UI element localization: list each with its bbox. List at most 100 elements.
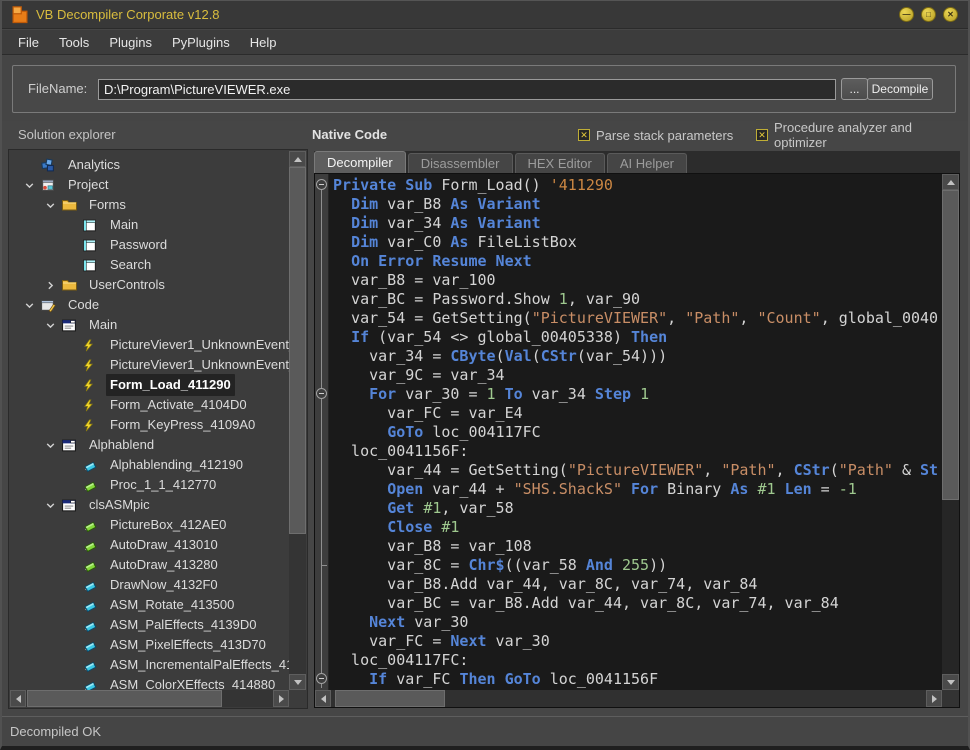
class-icon	[61, 438, 79, 453]
tab-decompiler[interactable]: Decompiler	[314, 151, 406, 173]
tree-item[interactable]: AutoDraw_413010	[10, 535, 289, 555]
tab-hex-editor[interactable]: HEX Editor	[515, 153, 605, 173]
folder-icon	[61, 198, 79, 213]
tree-item[interactable]: Alphablending_412190	[10, 455, 289, 475]
menu-item-help[interactable]: Help	[240, 31, 287, 54]
fold-collapse-icon[interactable]	[316, 673, 327, 684]
tree-item[interactable]: Project	[10, 175, 289, 195]
scroll-right-button[interactable]	[926, 690, 942, 707]
chevron-down-icon[interactable]	[45, 199, 61, 211]
tree-spacer	[66, 559, 82, 571]
filename-input[interactable]	[98, 79, 836, 100]
close-icon[interactable]: ✕	[943, 7, 958, 22]
chevron-down-icon[interactable]	[24, 299, 40, 311]
scroll-left-button[interactable]	[10, 690, 26, 707]
code-line: On Error Resume Next	[330, 252, 942, 271]
tree-item[interactable]: Form_KeyPress_4109A0	[10, 415, 289, 435]
scroll-down-button[interactable]	[942, 674, 959, 690]
checkbox-procedure-analyzer[interactable]: ✕Procedure analyzer and optimizer	[756, 121, 968, 149]
tree-item[interactable]: Code	[10, 295, 289, 315]
tree-horizontal-scrollbar[interactable]	[10, 690, 289, 707]
tree-item[interactable]: ASM_PalEffects_4139D0	[10, 615, 289, 635]
decompile-button[interactable]: Decompile	[867, 78, 933, 100]
tree-item[interactable]: ASM_IncrementalPalEffects_414430	[10, 655, 289, 675]
tree-item-label: Main	[85, 314, 121, 336]
tree-item-label: Alphablend	[85, 434, 158, 456]
tree-vertical-scrollbar[interactable]	[289, 151, 306, 690]
scroll-up-button[interactable]	[289, 151, 306, 167]
code-editor[interactable]: Private Sub Form_Load() '411290 Dim var_…	[314, 173, 960, 708]
tree-item[interactable]: Form_Activate_4104D0	[10, 395, 289, 415]
browse-button[interactable]: ...	[841, 78, 868, 100]
tree-item-label: clsASMpic	[85, 494, 154, 516]
code-line: For var_30 = 1 To var_34 Step 1	[330, 385, 942, 404]
menu-item-tools[interactable]: Tools	[49, 31, 99, 54]
code-line: Dim var_C0 As FileListBox	[330, 233, 942, 252]
class-icon	[61, 318, 79, 333]
tree-item[interactable]: Main	[10, 315, 289, 335]
chevron-right-icon[interactable]	[45, 279, 61, 291]
menu-item-file[interactable]: File	[8, 31, 49, 54]
method-cyan-icon	[82, 618, 100, 633]
tab-bar: DecompilerDisassemblerHEX EditorAI Helpe…	[314, 151, 960, 173]
window-title: VB Decompiler Corporate v12.8	[36, 1, 220, 29]
scrollbar-thumb[interactable]	[942, 190, 959, 500]
code-horizontal-scrollbar[interactable]	[315, 690, 942, 707]
tree-item[interactable]: clsASMpic	[10, 495, 289, 515]
menu-item-plugins[interactable]: Plugins	[99, 31, 162, 54]
scroll-right-button[interactable]	[273, 690, 289, 707]
method-green-icon	[82, 538, 100, 553]
tree-item-label: ASM_Rotate_413500	[106, 594, 238, 616]
menu-item-pyplugins[interactable]: PyPlugins	[162, 31, 240, 54]
code-line: var_34 = CByte(Val(CStr(var_54)))	[330, 347, 942, 366]
tree-item[interactable]: Forms	[10, 195, 289, 215]
tab-disassembler[interactable]: Disassembler	[408, 153, 513, 173]
chevron-down-icon[interactable]	[45, 439, 61, 451]
tree-item[interactable]: ASM_Rotate_413500	[10, 595, 289, 615]
tree-item-label: Analytics	[64, 154, 124, 176]
chevron-down-icon[interactable]	[45, 499, 61, 511]
chevron-down-icon[interactable]	[45, 319, 61, 331]
tree-item[interactable]: UserControls	[10, 275, 289, 295]
tree-item-label: PictureBox_412AE0	[106, 514, 230, 536]
tree-item[interactable]: Main	[10, 215, 289, 235]
tree-item-label: ASM_PixelEffects_413D70	[106, 634, 270, 656]
code-vertical-scrollbar[interactable]	[942, 174, 959, 690]
checkbox-box[interactable]: ✕	[578, 129, 590, 141]
tree-item[interactable]: AutoDraw_413280	[10, 555, 289, 575]
checkbox-parse-stack[interactable]: ✕Parse stack parameters	[578, 121, 733, 149]
tree-item[interactable]: ASM_PixelEffects_413D70	[10, 635, 289, 655]
tree-item[interactable]: PictureBox_412AE0	[10, 515, 289, 535]
chevron-down-icon[interactable]	[24, 179, 40, 191]
tree-item[interactable]: ASM_ColorXEffects_414880	[10, 675, 289, 690]
maximize-icon[interactable]: □	[921, 7, 936, 22]
tree-item[interactable]: Proc_1_1_412770	[10, 475, 289, 495]
tab-ai-helper[interactable]: AI Helper	[607, 153, 687, 173]
tree-item[interactable]: Form_Load_411290	[10, 375, 289, 395]
tree-item[interactable]: Alphablend	[10, 435, 289, 455]
filename-groupbox: FileName: ... Decompile	[12, 65, 956, 113]
event-icon	[82, 338, 100, 353]
tree-item[interactable]: PictureViever1_UnknownEvent_9_41	[10, 335, 289, 355]
scroll-left-button[interactable]	[315, 690, 331, 707]
method-cyan-icon	[82, 458, 100, 473]
minimize-icon[interactable]: —	[899, 7, 914, 22]
scroll-down-button[interactable]	[289, 674, 306, 690]
scrollbar-thumb[interactable]	[335, 690, 445, 707]
tree-item[interactable]: Search	[10, 255, 289, 275]
tree-item[interactable]: Password	[10, 235, 289, 255]
fold-collapse-icon[interactable]	[316, 388, 327, 399]
tree-spacer	[66, 659, 82, 671]
tree-item[interactable]: DrawNow_4132F0	[10, 575, 289, 595]
tree-item[interactable]: Analytics	[10, 155, 289, 175]
scrollbar-thumb[interactable]	[289, 167, 306, 534]
tree-item[interactable]: PictureViever1_UnknownEvent_A_41	[10, 355, 289, 375]
form-icon	[82, 218, 100, 233]
tree-item-label: PictureViever1_UnknownEvent_A_41	[106, 354, 289, 376]
code-line: Open var_44 + "SHS.ShackS" For Binary As…	[330, 480, 942, 499]
scroll-up-button[interactable]	[942, 174, 959, 190]
fold-collapse-icon[interactable]	[316, 179, 327, 190]
checkbox-box[interactable]: ✕	[756, 129, 768, 141]
scrollbar-thumb[interactable]	[27, 690, 222, 707]
scroll-left-icon	[321, 695, 326, 703]
